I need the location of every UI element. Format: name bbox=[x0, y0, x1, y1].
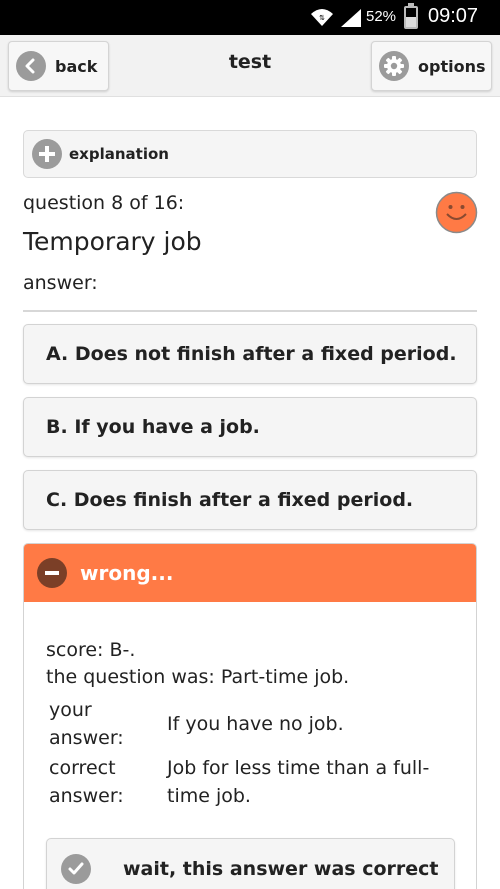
explanation-button[interactable]: explanation bbox=[23, 130, 477, 178]
score-text: score: B-. bbox=[46, 639, 136, 661]
back-label: back bbox=[55, 56, 98, 76]
explanation-label: explanation bbox=[69, 145, 169, 163]
result-header: wrong... bbox=[24, 544, 476, 602]
mark-correct-label: wait, this answer was correct bbox=[123, 858, 439, 880]
header-bar: back test options bbox=[0, 35, 500, 97]
options-button[interactable]: options bbox=[371, 41, 492, 91]
back-button[interactable]: back bbox=[8, 41, 109, 91]
smiley-icon bbox=[435, 191, 478, 234]
options-label: options bbox=[418, 56, 486, 76]
answer-option-a[interactable]: A. Does not finish after a fixed period. bbox=[23, 324, 477, 384]
result-title: wrong... bbox=[80, 561, 174, 585]
battery-icon bbox=[404, 3, 418, 29]
wifi-icon: ⇅ bbox=[311, 9, 333, 26]
divider bbox=[23, 310, 477, 312]
question-word: Temporary job bbox=[23, 227, 202, 256]
status-time: 09:07 bbox=[428, 5, 479, 27]
checkmark-icon bbox=[61, 854, 91, 884]
svg-text:⇅: ⇅ bbox=[319, 14, 325, 22]
page-title: test bbox=[228, 51, 272, 73]
status-bar: ⇅ 52% 09:07 bbox=[0, 0, 500, 35]
correct-answer-label: correct answer: bbox=[49, 757, 124, 807]
answer-option-c[interactable]: C. Does finish after a fixed period. bbox=[23, 470, 477, 530]
correct-answer-value: Job for less time than a full-time job. bbox=[167, 757, 430, 807]
minus-icon bbox=[37, 558, 67, 588]
question-counter: question 8 of 16: bbox=[23, 192, 185, 214]
signal-icon bbox=[341, 9, 361, 27]
mark-correct-button[interactable]: wait, this answer was correct bbox=[46, 838, 455, 889]
your-answer-label: your answer: bbox=[49, 699, 124, 749]
answer-option-b[interactable]: B. If you have a job. bbox=[23, 397, 477, 457]
gear-icon bbox=[379, 51, 409, 81]
answer-label: answer: bbox=[23, 272, 98, 294]
back-arrow-icon bbox=[16, 51, 46, 81]
result-panel: wrong... score: B-. the question was: Pa… bbox=[23, 543, 477, 889]
battery-percentage: 52% bbox=[366, 8, 397, 25]
question-was-text: the question was: Part-time job. bbox=[46, 666, 350, 688]
plus-icon bbox=[32, 139, 62, 169]
your-answer-value: If you have no job. bbox=[167, 713, 344, 735]
